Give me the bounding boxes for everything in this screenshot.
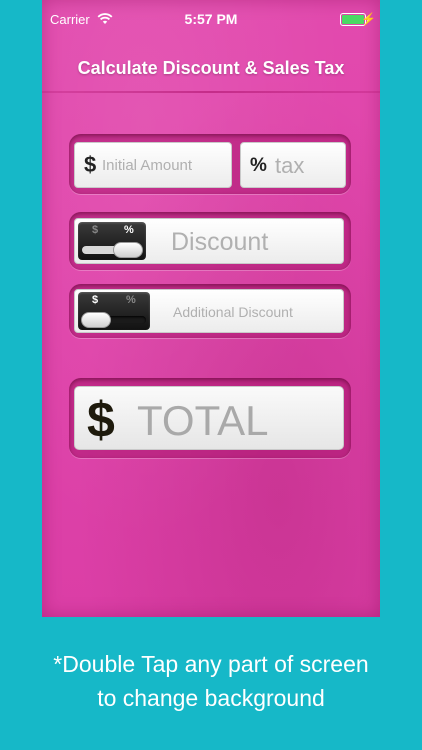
title-divider [42, 91, 380, 93]
discount-placeholder: Discount [171, 228, 269, 256]
additional-discount-type-toggle[interactable]: $ % [78, 292, 150, 330]
toggle-dollar-label: $ [92, 294, 99, 306]
toggle-dollar-label: $ [92, 224, 99, 236]
total-label: TOTAL [137, 397, 269, 444]
tax-field[interactable]: % tax [240, 142, 346, 188]
clock: 5:57 PM [184, 11, 238, 27]
initial-amount-field[interactable]: $ Initial Amount [74, 142, 232, 188]
charging-bolt-icon: ⚡ [361, 12, 376, 26]
toggle-knob[interactable] [81, 312, 111, 328]
percent-symbol: % [250, 155, 267, 176]
initial-amount-placeholder: Initial Amount [102, 157, 193, 174]
status-bar: Carrier 5:57 PM ⚡ [42, 0, 380, 40]
hint-line-1: *Double Tap any part of screen [53, 651, 369, 677]
app-screen[interactable]: Carrier 5:57 PM ⚡ Calculate Discount & S… [42, 0, 380, 617]
hint-line-2: to change background [97, 685, 325, 711]
additional-discount-placeholder: Additional Discount [173, 304, 293, 320]
page-title: Calculate Discount & Sales Tax [77, 58, 345, 78]
toggle-percent-label: % [126, 294, 136, 306]
toggle-knob[interactable] [113, 242, 143, 258]
discount-type-toggle[interactable]: $ % [78, 222, 146, 260]
total-dollar-symbol: $ [87, 392, 115, 448]
dollar-symbol: $ [84, 152, 97, 177]
tax-placeholder: tax [275, 153, 305, 178]
toggle-percent-label: % [124, 224, 134, 236]
background-hint: *Double Tap any part of screen to change… [0, 647, 422, 715]
total-display: $ TOTAL [74, 386, 344, 450]
